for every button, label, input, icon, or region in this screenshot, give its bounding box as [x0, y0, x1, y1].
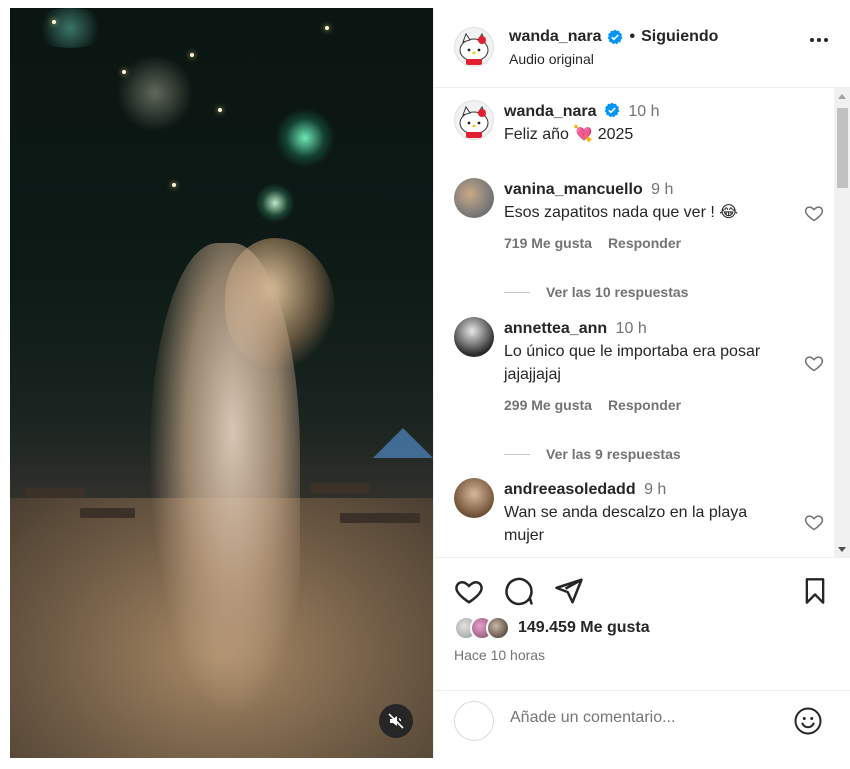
like-heart-icon[interactable]	[454, 576, 484, 606]
comment-composer	[434, 690, 850, 750]
beach-lounger	[25, 488, 85, 498]
caption-time[interactable]: 10 h	[628, 103, 659, 120]
header-user-line: wanda_nara • Siguiendo	[509, 28, 718, 46]
heart-icon[interactable]	[804, 512, 824, 532]
replies-divider	[504, 291, 530, 293]
heart-icon[interactable]	[804, 203, 824, 223]
caption: wanda_nara 10 h Feliz año 💘 2025	[454, 100, 824, 146]
firework-spark	[52, 20, 56, 24]
firework-spark	[172, 183, 176, 187]
replies-divider	[504, 453, 530, 455]
header-username[interactable]: wanda_nara	[509, 28, 601, 46]
view-replies-label[interactable]: Ver las 9 respuestas	[546, 446, 681, 462]
emoji-icon[interactable]	[793, 706, 823, 736]
firework-spark	[218, 108, 222, 112]
comment-item: vanina_mancuello 9 h Esos zapatitos nada…	[454, 178, 824, 255]
separator-dot: •	[629, 28, 636, 45]
beach-lounger	[80, 508, 135, 518]
firework-spark	[190, 53, 194, 57]
beach-umbrella	[373, 428, 433, 458]
view-replies-button[interactable]: Ver las 9 respuestas	[504, 446, 681, 462]
comment-text: Wan se anda descalzo en la playa mujer	[504, 504, 748, 544]
comment-username[interactable]: andreeasoledadd	[504, 481, 636, 498]
comments-scrollbar[interactable]	[834, 88, 850, 557]
comment-username[interactable]: annettea_ann	[504, 320, 607, 337]
avatar[interactable]	[454, 27, 494, 67]
save-bookmark-icon[interactable]	[801, 576, 829, 606]
avatar	[454, 701, 494, 741]
firework-glow	[275, 108, 335, 168]
comment-time[interactable]: 9 h	[651, 181, 673, 198]
liker-avatar[interactable]	[486, 616, 510, 640]
post-time[interactable]: Hace 10 horas	[454, 647, 545, 663]
avatar[interactable]	[454, 478, 494, 518]
hello-kitty-avatar-icon	[459, 105, 489, 138]
more-dot-icon	[817, 38, 821, 42]
comment-item: annettea_ann 10 h Lo único que le import…	[454, 317, 824, 417]
scrollbar-thumb[interactable]	[837, 108, 848, 188]
heart-icon[interactable]	[804, 353, 824, 373]
hello-kitty-avatar-icon	[459, 32, 489, 65]
more-dot-icon	[824, 38, 828, 42]
firework-glow	[255, 183, 295, 223]
post-panel: wanda_nara • Siguiendo Audio original wa…	[433, 8, 850, 758]
comment-time[interactable]: 9 h	[644, 481, 666, 498]
comment-time[interactable]: 10 h	[616, 320, 647, 337]
comment-bubble-icon[interactable]	[504, 576, 534, 606]
scroll-up-arrow-icon[interactable]	[838, 94, 846, 99]
verified-badge-icon	[604, 102, 620, 118]
mute-button[interactable]	[379, 704, 413, 738]
share-send-icon[interactable]	[554, 576, 584, 606]
comment-likes[interactable]: 719 Me gusta	[504, 232, 592, 255]
comment-username[interactable]: vanina_mancuello	[504, 181, 643, 198]
caption-text: Feliz año 💘 2025	[504, 126, 634, 143]
firework-spark	[325, 26, 329, 30]
firework-glow	[110, 48, 200, 138]
beach-lounger	[310, 483, 370, 493]
view-replies-button[interactable]: Ver las 10 respuestas	[504, 284, 688, 300]
post-video[interactable]	[10, 8, 433, 758]
avatar[interactable]	[454, 317, 494, 357]
post-actions	[434, 568, 850, 618]
post-header: wanda_nara • Siguiendo Audio original	[434, 8, 850, 88]
verified-badge-icon	[608, 29, 623, 45]
view-replies-label[interactable]: Ver las 10 respuestas	[546, 284, 688, 300]
comment-input[interactable]	[510, 709, 770, 727]
post-likes-count[interactable]: 149.459 Me gusta	[518, 619, 650, 637]
more-options-button[interactable]	[810, 38, 828, 42]
muted-speaker-icon	[388, 713, 404, 729]
comments-list[interactable]: wanda_nara 10 h Feliz año 💘 2025 vanina_…	[434, 88, 850, 558]
person-figure	[150, 243, 300, 713]
scroll-down-arrow-icon[interactable]	[838, 547, 846, 552]
following-button[interactable]: Siguiendo	[641, 28, 718, 46]
comment-likes[interactable]: 299 Me gusta	[504, 394, 592, 417]
comment-text: Esos zapatitos nada que ver ! 😂	[504, 204, 738, 221]
reply-button[interactable]: Responder	[608, 232, 681, 255]
more-dot-icon	[810, 38, 814, 42]
comment-item: andreeasoledadd 9 h Wan se anda descalzo…	[454, 478, 824, 547]
caption-username[interactable]: wanda_nara	[504, 103, 596, 120]
avatar[interactable]	[454, 178, 494, 218]
reply-button[interactable]: Responder	[608, 394, 681, 417]
likes-row: 149.459 Me gusta	[454, 616, 650, 640]
audio-label[interactable]: Audio original	[509, 51, 594, 67]
comment-text: Lo único que le importaba era posar jaja…	[504, 343, 761, 383]
avatar[interactable]	[454, 100, 494, 140]
firework-spark	[122, 70, 126, 74]
firework-glow	[30, 8, 110, 48]
beach-lounger	[340, 513, 420, 523]
